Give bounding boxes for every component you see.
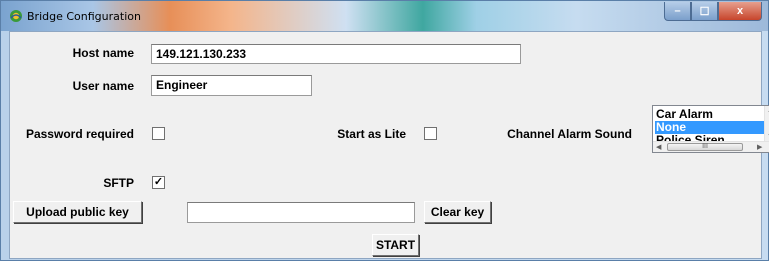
channel-alarm-sound-label: Channel Alarm Sound <box>507 127 632 141</box>
start-button[interactable]: START <box>372 234 419 256</box>
minimize-button[interactable]: – <box>664 2 691 21</box>
maximize-button[interactable]: ☐ <box>691 2 718 21</box>
bridge-configuration-window: Bridge Configuration – ☐ x Host name 149… <box>0 0 769 261</box>
sftp-label: SFTP <box>103 176 134 190</box>
window-title: Bridge Configuration <box>27 10 141 23</box>
bridge-app-icon <box>10 10 22 22</box>
channel-alarm-sound-listbox[interactable]: Car Alarm None Police Siren ▲ ▼ ◀ III ▶ <box>652 105 769 153</box>
host-name-input[interactable]: 149.121.130.233 <box>151 44 521 64</box>
host-name-label: Host name <box>72 46 134 60</box>
close-button[interactable]: x <box>718 2 762 21</box>
start-as-lite-checkbox[interactable] <box>424 127 437 140</box>
user-name-label: User name <box>72 79 134 93</box>
password-required-checkbox[interactable] <box>152 127 165 140</box>
upload-public-key-button[interactable]: Upload public key <box>13 201 142 223</box>
clear-key-button[interactable]: Clear key <box>424 201 491 223</box>
public-key-input[interactable] <box>187 202 415 223</box>
client-area: Host name 149.121.130.233 User name Engi… <box>9 31 769 259</box>
user-name-input[interactable]: Engineer <box>151 75 312 96</box>
title-bar[interactable]: Bridge Configuration – ☐ x <box>1 1 768 31</box>
listbox-horizontal-scrollbar[interactable]: ◀ III ▶ <box>653 141 769 152</box>
listbox-vertical-scrollbar[interactable]: ▲ ▼ <box>764 106 769 142</box>
horizontal-scroll-thumb[interactable]: III <box>667 143 743 151</box>
scroll-left-arrow-icon[interactable]: ◀ <box>656 143 661 151</box>
window-controls: – ☐ x <box>664 2 762 21</box>
password-required-label: Password required <box>25 127 134 141</box>
start-as-lite-label: Start as Lite <box>337 127 406 141</box>
scroll-right-arrow-icon[interactable]: ▶ <box>757 143 762 151</box>
checkmark-icon: ✓ <box>153 176 164 188</box>
sftp-checkbox[interactable]: ✓ <box>152 176 165 189</box>
